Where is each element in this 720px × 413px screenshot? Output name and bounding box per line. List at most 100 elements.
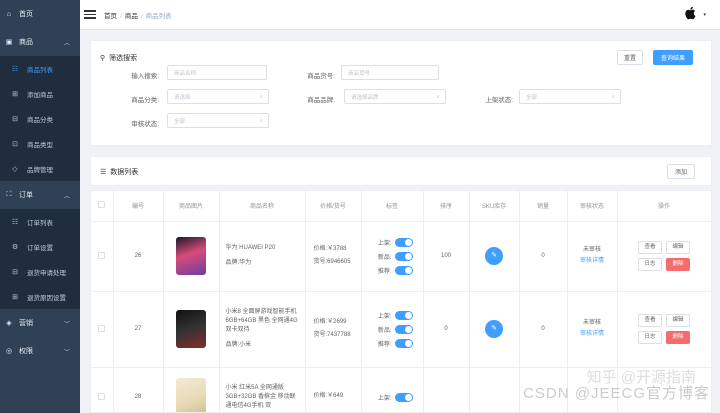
sidebar-item-label: 商品列表 xyxy=(27,66,53,74)
category-icon: ⊟ xyxy=(12,115,18,123)
keyword-label: 输入搜索: xyxy=(131,73,159,80)
category-select[interactable]: 请选择 ∨ xyxy=(167,89,269,104)
new-switch[interactable] xyxy=(394,324,413,334)
view-button[interactable]: 查看 xyxy=(638,241,662,254)
sidebar-item-product-type[interactable]: ⊡ 商品类型 xyxy=(0,131,80,156)
row-id: 26 xyxy=(113,221,164,292)
row-checkbox[interactable] xyxy=(98,324,106,332)
type-icon: ⊡ xyxy=(12,140,18,148)
search-button[interactable]: 查询结果 xyxy=(653,50,693,65)
verify-detail-link[interactable]: 审核详情 xyxy=(568,329,617,340)
col-sort: 排序 xyxy=(423,191,470,222)
menu-permission[interactable]: ◎ 权限 ﹀ xyxy=(0,337,80,365)
keyword-input[interactable]: 商品名称 xyxy=(167,65,267,80)
table-row: 27 小米8 全面屏游戏智能手机 6GB+64GB 黑色 全网通4G 双卡双待 … xyxy=(91,291,711,368)
row-sort: 0 xyxy=(423,291,470,368)
recommend-tag-label: 推荐: xyxy=(377,268,392,275)
new-tag-label: 新品: xyxy=(377,327,392,334)
select-all-checkbox[interactable] xyxy=(98,201,106,209)
brand-prefix: 品牌: xyxy=(225,342,240,348)
tag-icon: ◇ xyxy=(12,165,18,173)
sidebar-item-brand[interactable]: ◇ 品牌管理 xyxy=(0,156,80,181)
sidebar-item-return-reason[interactable]: ⊞ 退货原因设置 xyxy=(0,284,80,309)
category-label: 商品分类: xyxy=(131,97,159,104)
breadcrumb-product[interactable]: 商品 xyxy=(125,13,138,20)
list-icon: ☰ xyxy=(100,169,107,176)
sn-placeholder: 商品货号 xyxy=(348,70,371,77)
col-price: 价格/货号 xyxy=(305,191,362,222)
log-button[interactable]: 日志 xyxy=(638,258,662,271)
edit-button[interactable]: 编辑 xyxy=(666,314,690,327)
edit-sku-icon[interactable]: ✎ xyxy=(485,320,503,338)
menu-marketing[interactable]: ◈ 营销 ﹀ xyxy=(0,309,80,337)
add-button[interactable]: 添加 xyxy=(667,164,695,179)
sidebar-item-label: 品牌管理 xyxy=(27,166,53,174)
delete-button[interactable]: 删除 xyxy=(666,258,690,271)
category-placeholder: 请选择 xyxy=(174,94,191,101)
new-switch[interactable] xyxy=(394,251,413,261)
col-status: 审核状态 xyxy=(567,191,618,222)
reset-button[interactable]: 重置 xyxy=(617,50,643,65)
sidebar-item-order-settings[interactable]: ⚙ 订单设置 xyxy=(0,234,80,259)
publish-select[interactable]: 全部 ∨ xyxy=(519,89,621,104)
product-image xyxy=(176,237,206,275)
publish-placeholder: 全部 xyxy=(526,94,538,101)
menu-permission-label: 权限 xyxy=(19,348,33,355)
list-header-card: ☰ 数据列表 添加 xyxy=(90,156,712,186)
delete-button[interactable]: 删除 xyxy=(666,331,690,344)
verify-detail-link[interactable]: 审核详情 xyxy=(568,256,617,267)
breadcrumb-home[interactable]: 首页 xyxy=(104,13,117,20)
sidebar: ⌂ 首页 ▣ 商品 ︿ ☷ 商品列表 ⊞ 添加商品 ⊟ 商品分类 ⊡ 商品类型 xyxy=(0,0,80,413)
hamburger-icon[interactable] xyxy=(84,8,96,21)
product-image xyxy=(176,378,206,412)
publish-switch[interactable] xyxy=(394,392,413,402)
select-all-cell[interactable] xyxy=(91,191,114,222)
home-icon: ⌂ xyxy=(6,10,12,18)
sidebar-item-label: 添加商品 xyxy=(27,91,53,99)
menu-order[interactable]: ⛶ 订单 ︿ xyxy=(0,181,80,209)
gear-icon: ⚙ xyxy=(11,243,19,251)
permission-icon: ◎ xyxy=(5,348,13,355)
recommend-switch[interactable] xyxy=(394,265,413,275)
edit-button[interactable]: 编辑 xyxy=(666,241,690,254)
product-name: 小米 红米5A 全网通版 3GB+32GB 香槟金 移动联通电信4G手机 双 xyxy=(225,384,296,409)
sn-input[interactable]: 商品货号 xyxy=(341,65,439,80)
menu-product[interactable]: ▣ 商品 ︿ xyxy=(0,28,80,56)
sidebar-item-product-list[interactable]: ☷ 商品列表 xyxy=(0,56,80,81)
sidebar-item-product-category[interactable]: ⊟ 商品分类 xyxy=(0,106,80,131)
product-icon: ▣ xyxy=(5,39,13,46)
sidebar-item-return-apply[interactable]: ⊟ 退货申请处理 xyxy=(0,259,80,284)
product-name: 华为 HUAWEI P20 xyxy=(225,245,276,251)
sidebar-item-label: 退货原因设置 xyxy=(27,294,66,302)
row-sales: 0 xyxy=(519,291,568,368)
log-button[interactable]: 日志 xyxy=(638,331,662,344)
price-prefix: 价格: xyxy=(313,393,328,400)
product-image xyxy=(176,310,206,348)
menu-home[interactable]: ⌂ 首页 xyxy=(0,0,80,28)
verify-select[interactable]: 全部 ∨ xyxy=(167,113,269,128)
view-button[interactable]: 查看 xyxy=(638,314,662,327)
row-sort: 100 xyxy=(423,221,470,292)
apple-logo-icon[interactable] xyxy=(684,6,696,20)
publish-tag-label: 上架: xyxy=(377,240,392,247)
product-brand: 小米 xyxy=(239,342,252,348)
row-checkbox[interactable] xyxy=(98,251,106,259)
chevron-up-icon: ︿ xyxy=(63,193,70,200)
row-id: 27 xyxy=(113,291,164,368)
publish-tag-label: 上架: xyxy=(377,313,392,320)
publish-switch[interactable] xyxy=(394,237,413,247)
row-checkbox[interactable] xyxy=(98,392,106,400)
new-tag-label: 新品: xyxy=(377,254,392,261)
chevron-down-icon: ﹀ xyxy=(63,349,70,356)
sidebar-item-add-product[interactable]: ⊞ 添加商品 xyxy=(0,81,80,106)
sidebar-item-order-list[interactable]: ☷ 订单列表 xyxy=(0,209,80,234)
brand-select[interactable]: 请选择品牌 ∨ xyxy=(344,89,446,104)
edit-sku-icon[interactable]: ✎ xyxy=(485,247,503,265)
caret-down-icon[interactable]: ▾ xyxy=(703,12,706,18)
publish-switch[interactable] xyxy=(394,310,413,320)
add-icon: ⊞ xyxy=(12,90,18,98)
verify-label: 审核状态: xyxy=(131,121,159,128)
recommend-switch[interactable] xyxy=(394,338,413,348)
main-content: ⚲ 筛选搜索 重置 查询结果 输入搜索: 商品名称 商品货号: 商品货号 商品分… xyxy=(80,30,720,413)
reason-icon: ⊞ xyxy=(12,293,18,301)
